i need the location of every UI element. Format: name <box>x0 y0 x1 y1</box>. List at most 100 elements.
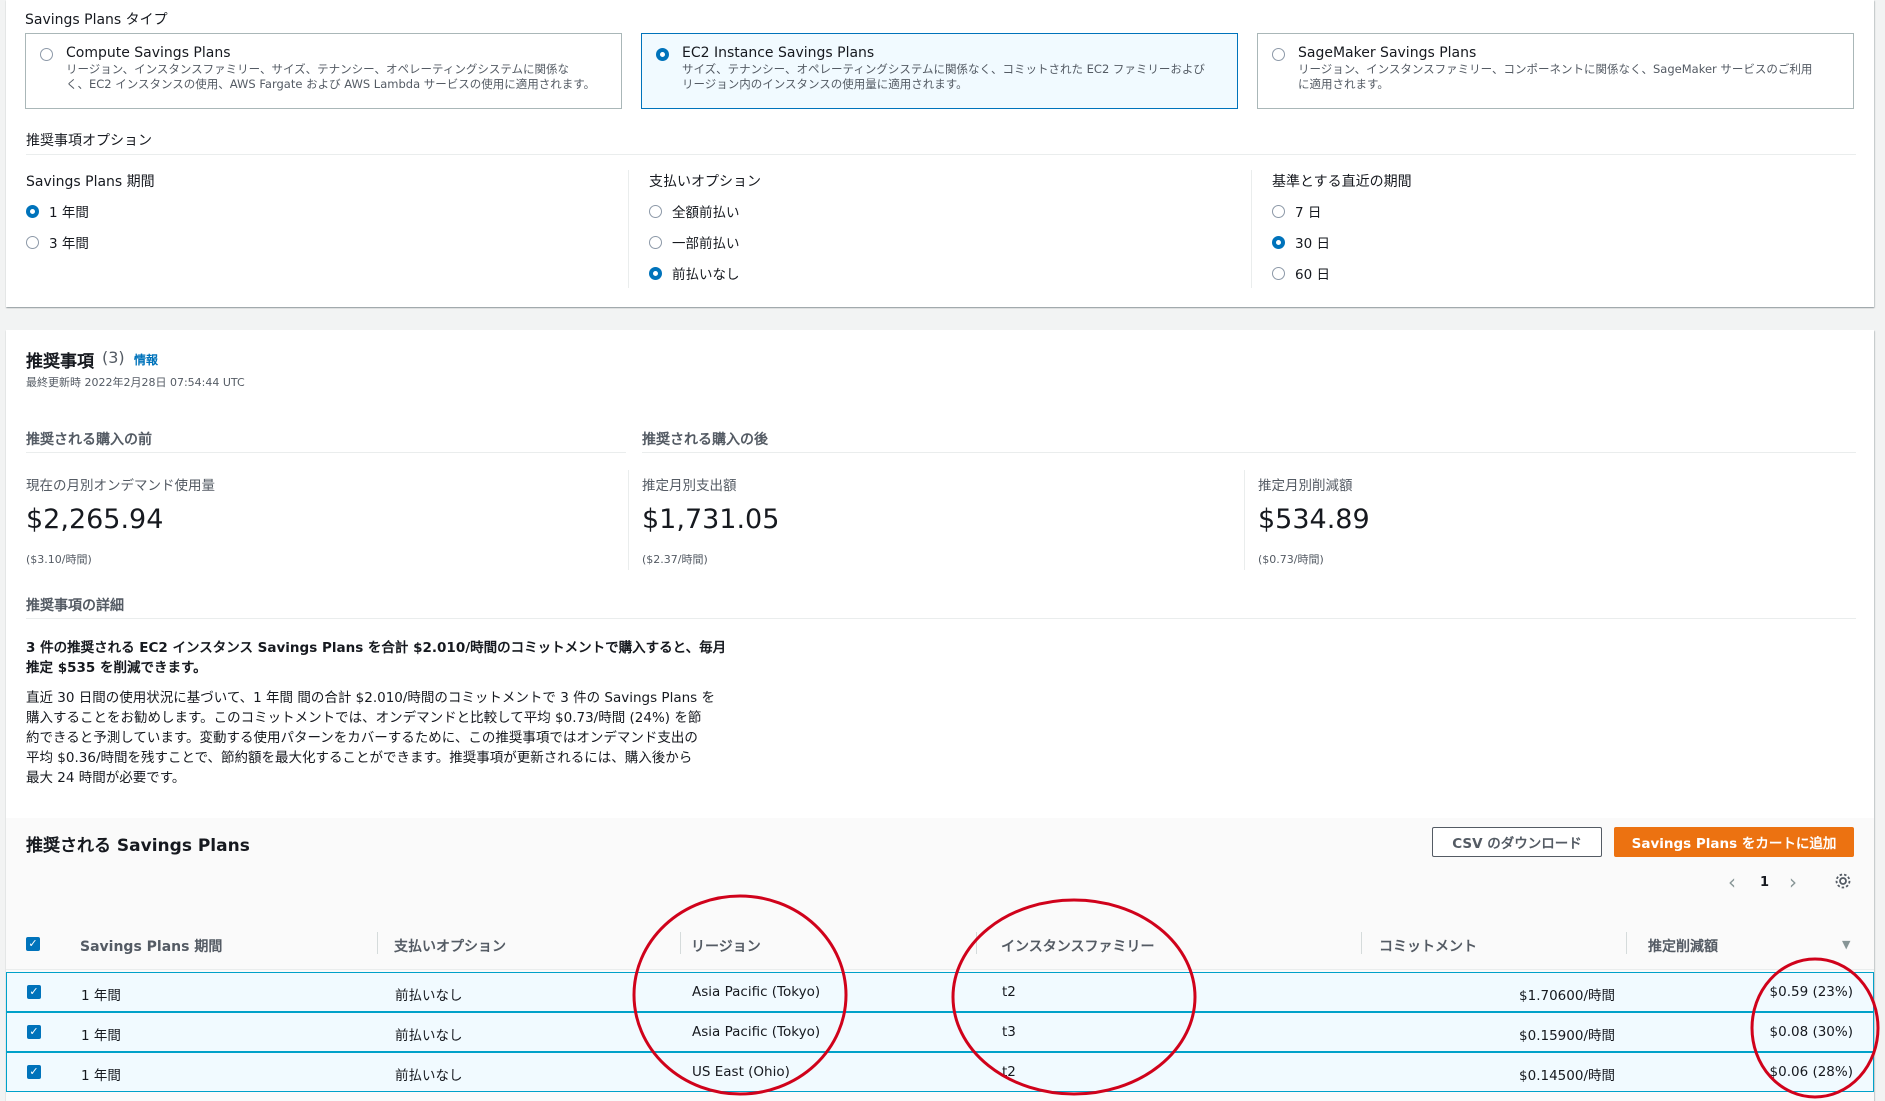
lookback-option-7d[interactable]: 7 日 <box>1272 201 1321 221</box>
est-spend-label: 推定月別支出額 <box>642 478 737 494</box>
est-spend-value: $1,731.05 <box>642 504 780 535</box>
radio-no-upfront[interactable] <box>649 266 662 280</box>
page-number[interactable]: 1 <box>1760 875 1769 890</box>
col-region[interactable]: リージョン <box>691 936 761 956</box>
summary-line-2: 推定 $535 を削減できます。 <box>26 660 207 676</box>
current-usage-label: 現在の月別オンデマンド使用量 <box>26 478 215 494</box>
row-checkbox[interactable]: ✓ <box>27 985 41 999</box>
table-row[interactable]: ✓ 1 年間 前払いなし Asia Pacific (Tokyo) t3 $0.… <box>6 1012 1874 1052</box>
divider <box>642 452 1856 453</box>
col-est-savings[interactable]: 推定削減額 <box>1648 936 1718 956</box>
add-to-cart-button[interactable]: Savings Plans をカートに追加 <box>1614 827 1854 857</box>
sort-desc-icon[interactable]: ▼ <box>1842 938 1850 951</box>
current-usage-hourly: ($3.10/時間) <box>26 553 92 566</box>
radio-60d[interactable] <box>1272 266 1285 280</box>
cell-savings: $0.06 (28%) <box>1769 1064 1853 1080</box>
cell-payment: 前払いなし <box>395 988 463 1004</box>
table-row[interactable]: ✓ 1 年間 前払いなし Asia Pacific (Tokyo) t2 $1.… <box>6 972 1874 1012</box>
payment-option-partial-upfront[interactable]: 一部前払い <box>649 232 740 252</box>
rec-options-heading: 推奨事項オプション <box>26 133 152 149</box>
radio-partial-upfront[interactable] <box>649 235 662 249</box>
cell-payment: 前払いなし <box>395 1028 463 1044</box>
radio-sagemaker[interactable] <box>1272 48 1285 61</box>
current-usage-value: $2,265.94 <box>26 504 164 535</box>
col-commitment[interactable]: コミットメント <box>1379 936 1477 956</box>
cell-family: t2 <box>1002 984 1016 1000</box>
radio-1yr[interactable] <box>26 204 39 218</box>
recommendations-count: (3) <box>102 348 125 367</box>
term-option-1yr[interactable]: 1 年間 <box>26 201 89 221</box>
sp-type-ec2-title: EC2 Instance Savings Plans <box>682 45 875 61</box>
term-option-1yr-label: 1 年間 <box>49 205 89 221</box>
term-option-3yr[interactable]: 3 年間 <box>26 232 89 252</box>
est-spend-hourly: ($2.37/時間) <box>642 553 708 566</box>
table-row[interactable]: ✓ 1 年間 前払いなし US East (Ohio) t2 $0.14500/… <box>6 1052 1874 1092</box>
cell-savings: $0.59 (23%) <box>1769 984 1853 1000</box>
download-csv-button[interactable]: CSV のダウンロード <box>1432 827 1602 857</box>
radio-3yr[interactable] <box>26 235 39 249</box>
select-all-checkbox[interactable]: ✓ <box>26 937 40 951</box>
payment-option-no-upfront[interactable]: 前払いなし <box>649 263 740 283</box>
sp-type-ec2-card[interactable]: EC2 Instance Savings Plans サイズ、テナンシー、オペレ… <box>641 33 1238 109</box>
before-purchase-heading: 推奨される購入の前 <box>26 432 152 448</box>
divider <box>26 452 626 453</box>
chevron-left-icon[interactable]: ‹ <box>1728 870 1736 894</box>
cell-commitment: $0.15900/時間 <box>1519 1028 1615 1044</box>
col-term[interactable]: Savings Plans 期間 <box>80 936 222 956</box>
sp-type-sagemaker-title: SageMaker Savings Plans <box>1298 45 1477 61</box>
cell-family: t2 <box>1002 1064 1016 1080</box>
column-separator <box>976 932 977 954</box>
lookback-option-30d[interactable]: 30 日 <box>1272 232 1330 252</box>
radio-ec2[interactable] <box>656 48 669 61</box>
sp-type-compute-desc-2: く、EC2 インスタンスの使用、AWS Fargate および AWS Lamb… <box>66 77 596 91</box>
payment-label: 支払いオプション <box>649 174 761 190</box>
column-divider <box>628 170 629 288</box>
details-body-line-3: 約できると予測しています。変動する使用パターンをカバーするために、この推奨事項で… <box>26 730 698 746</box>
sp-type-ec2-desc-1: サイズ、テナンシー、オペレーティングシステムに関係なく、コミットされた EC2 … <box>682 62 1205 76</box>
details-body-line-5: 最大 24 時間が必要です。 <box>26 770 186 786</box>
row-checkbox[interactable]: ✓ <box>27 1025 41 1039</box>
col-instance-family[interactable]: インスタンスファミリー <box>1001 936 1154 956</box>
term-option-3yr-label: 3 年間 <box>49 236 89 252</box>
cell-region: Asia Pacific (Tokyo) <box>692 1024 821 1040</box>
table-header: ✓ Savings Plans 期間 支払いオプション リージョン インスタンス… <box>6 918 1874 970</box>
recommendations-panel: 推奨事項 (3) 情報 最終更新時 2022年2月28日 07:54:44 UT… <box>6 330 1874 1101</box>
payment-option-all-upfront[interactable]: 全額前払い <box>649 201 740 221</box>
column-divider <box>1251 170 1252 288</box>
details-heading: 推奨事項の詳細 <box>26 598 124 614</box>
sp-type-label: Savings Plans タイプ <box>25 12 168 28</box>
radio-7d[interactable] <box>1272 204 1285 218</box>
column-divider <box>628 470 629 570</box>
est-savings-label: 推定月別削減額 <box>1258 478 1353 494</box>
lookback-option-7d-label: 7 日 <box>1295 205 1322 221</box>
chevron-right-icon[interactable]: › <box>1789 870 1797 894</box>
row-checkbox[interactable]: ✓ <box>27 1065 41 1079</box>
est-savings-value: $534.89 <box>1258 504 1370 535</box>
cell-term: 1 年間 <box>81 988 121 1004</box>
term-label: Savings Plans 期間 <box>26 174 155 190</box>
radio-compute[interactable] <box>40 48 53 61</box>
payment-option-no-upfront-label: 前払いなし <box>672 267 740 283</box>
sp-type-sagemaker-desc-1: リージョン、インスタンスファミリー、コンポーネントに関係なく、SageMaker… <box>1298 62 1813 76</box>
cell-payment: 前払いなし <box>395 1068 463 1084</box>
radio-30d[interactable] <box>1272 235 1285 249</box>
lookback-option-60d[interactable]: 60 日 <box>1272 263 1330 283</box>
sp-type-compute-card[interactable]: Compute Savings Plans リージョン、インスタンスファミリー、… <box>25 33 622 109</box>
sp-type-sagemaker-card[interactable]: SageMaker Savings Plans リージョン、インスタンスファミリ… <box>1257 33 1854 109</box>
divider <box>26 618 1856 619</box>
info-link[interactable]: 情報 <box>134 351 158 368</box>
cell-family: t3 <box>1002 1024 1016 1040</box>
cell-term: 1 年間 <box>81 1028 121 1044</box>
col-payment[interactable]: 支払いオプション <box>394 936 506 956</box>
recommendations-title: 推奨事項 <box>26 352 94 372</box>
savings-plans-options-panel: Savings Plans タイプ Compute Savings Plans … <box>6 0 1874 307</box>
details-body-line-1: 直近 30 日間の使用状況に基づいて、1 年間 間の合計 $2.010/時間のコ… <box>26 690 715 706</box>
sp-type-compute-desc-1: リージョン、インスタンスファミリー、サイズ、テナンシー、オペレーティングシステム… <box>66 62 570 76</box>
details-body-line-2: 購入することをお勧めします。このコミットメントでは、オンデマンドと比較して平均 … <box>26 710 702 726</box>
radio-all-upfront[interactable] <box>649 204 662 218</box>
lookback-option-30d-label: 30 日 <box>1295 236 1330 252</box>
est-savings-hourly: ($0.73/時間) <box>1258 553 1324 566</box>
gear-icon[interactable] <box>1834 872 1852 894</box>
divider <box>26 154 1856 155</box>
lookback-option-60d-label: 60 日 <box>1295 267 1330 283</box>
